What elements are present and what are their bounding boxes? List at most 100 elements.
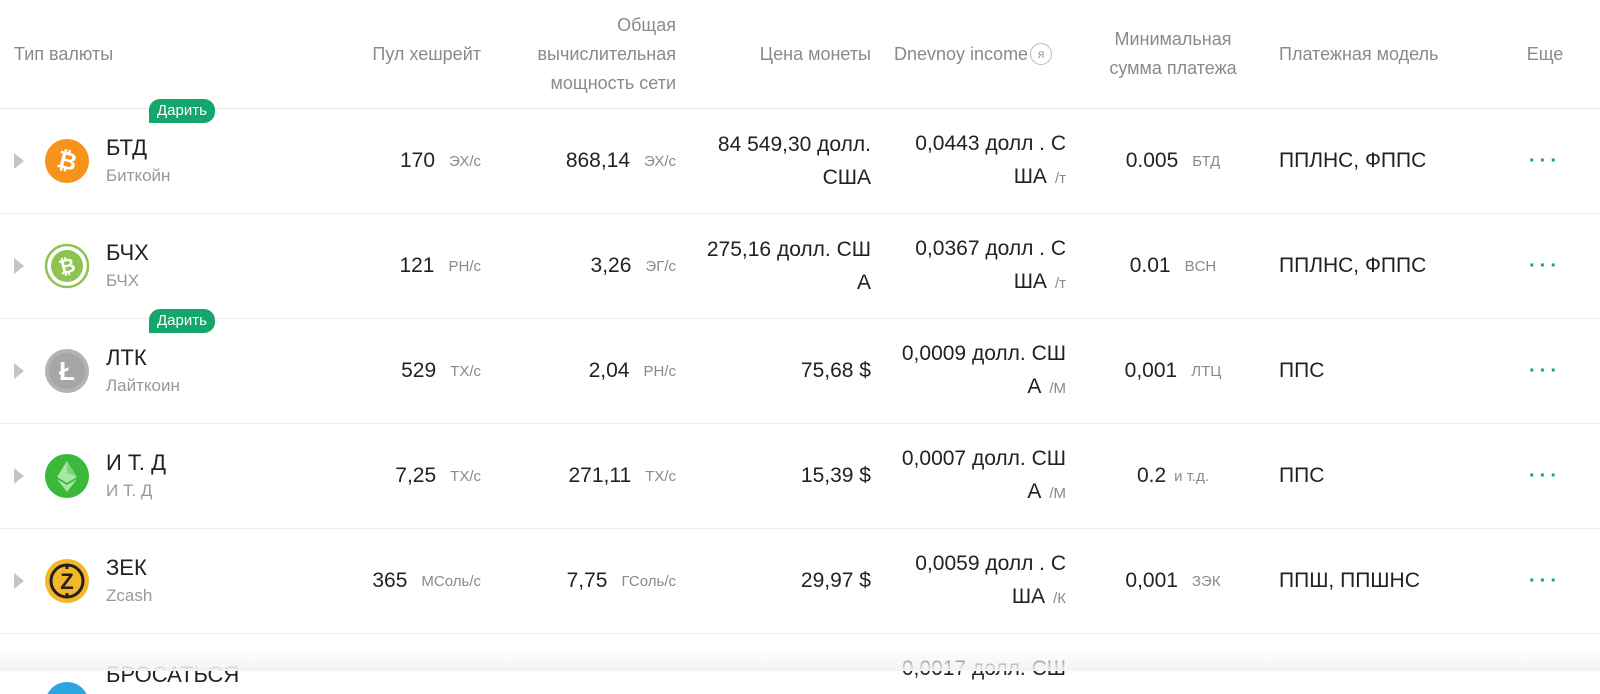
network-hashrate-unit: PH/с xyxy=(643,362,676,380)
coin-full-name: И Т. Д xyxy=(106,481,153,500)
min-payment-value: 0.01 xyxy=(1129,254,1171,277)
daily-income-line2: А xyxy=(1027,480,1042,503)
table-header: Тип валюты Пул хешрейт Общая вычислитель… xyxy=(0,0,1600,109)
network-hashrate-value: 3,26 xyxy=(590,254,632,277)
more-button[interactable]: ··· xyxy=(1500,214,1590,318)
coin-name[interactable]: ЛТК Лайткоин xyxy=(106,319,306,423)
coin-full-name: Биткойн xyxy=(106,166,171,185)
table-row[interactable]: И Т. Д И Т. Д 7,25 TX/с 271,11 TX/с 15,39 … xyxy=(0,424,1600,529)
network-hashrate-value: 7,75 xyxy=(566,569,608,592)
network-hashrate-value: 868,14 xyxy=(565,149,631,172)
coin-full-name: Лайткоин xyxy=(106,376,180,395)
header-network-hashrate-label: Общая вычислительная мощность сети xyxy=(537,11,676,98)
min-payment-unit: БТД xyxy=(1192,152,1221,170)
expand-arrow-icon[interactable] xyxy=(14,214,28,318)
min-payment: 0.2 и т.д. xyxy=(1085,424,1261,528)
expand-arrow-icon[interactable] xyxy=(14,424,28,528)
pool-hashrate-unit: TX/с xyxy=(450,362,481,380)
daily-income: 0,0007 долл. СШ А/М xyxy=(880,424,1066,528)
payment-model: ППС xyxy=(1279,424,1499,528)
min-payment: 0.01 BCH xyxy=(1085,214,1261,318)
coin-price-line1: 275,16 долл. СШ xyxy=(706,238,871,261)
daily-income-line2: ША xyxy=(1013,270,1047,293)
network-hashrate-value: 271,11 xyxy=(568,464,632,487)
daily-income: 0,0009 долл. СШ А/М xyxy=(880,319,1066,423)
coin-price: 275,16 долл. СШ А xyxy=(690,214,871,318)
header-min-payment[interactable]: Минимальная сумма платежа xyxy=(1085,0,1261,108)
header-pool-hashrate-label: Пул хешрейт xyxy=(372,43,481,64)
pool-hashrate-unit: TX/с xyxy=(450,467,481,485)
coin-symbol: ЗЕК xyxy=(106,555,147,580)
more-dots-icon: ··· xyxy=(1529,359,1561,382)
coin-name[interactable]: ЗЕК Zcash xyxy=(106,529,306,633)
network-hashrate-unit: ЭГ/с xyxy=(645,257,676,275)
more-button[interactable]: ··· xyxy=(1500,109,1590,213)
more-button[interactable]: ··· xyxy=(1500,424,1590,528)
expand-arrow-icon[interactable] xyxy=(14,529,28,633)
header-currency[interactable]: Тип валюты xyxy=(14,0,214,108)
network-hashrate-unit: ЭХ/с xyxy=(644,152,676,170)
coin-name[interactable]: И Т. Д И Т. Д xyxy=(106,424,306,528)
coin-full-name: Zcash xyxy=(106,586,153,605)
min-payment: 0,001 ЗЭК xyxy=(1085,529,1261,633)
coin-symbol: БЧХ xyxy=(106,240,149,265)
coin-price: 75,68 $ xyxy=(690,319,871,423)
table-row[interactable]: ₿ Дарить БТД Биткойн 170 ЭХ/с 868,14 ЭХ/с … xyxy=(0,99,1600,214)
table-row[interactable]: Ł Дарить ЛТК Лайткоин 529 TX/с 2,04 PH/с 7… xyxy=(0,309,1600,424)
daily-income-unit: /К xyxy=(1053,590,1066,607)
network-hashrate: 7,75 ГСоль/с xyxy=(500,529,676,633)
daily-income-line1: 0,0009 долл. СШ xyxy=(901,342,1066,365)
min-payment-unit: ЛТЦ xyxy=(1191,362,1222,380)
header-network-hashrate[interactable]: Общая вычислительная мощность сети xyxy=(500,0,676,108)
pool-hashrate-value: 121 xyxy=(399,254,435,277)
header-network-line3: мощность сети xyxy=(550,72,676,93)
header-more-label: Еще xyxy=(1526,43,1564,64)
min-payment-value: 0.2 xyxy=(1136,464,1167,487)
coin-price: 84 549,30 долл. США xyxy=(690,109,871,213)
header-more: Еще xyxy=(1500,0,1590,108)
pool-hashrate-value: 529 xyxy=(401,359,437,382)
info-icon[interactable]: я xyxy=(1030,43,1053,65)
expand-arrow-icon[interactable] xyxy=(14,319,28,423)
header-coin-price[interactable]: Цена монеты xyxy=(690,0,871,108)
table-row[interactable]: Z ЗЕК Zcash 365 МСоль/с 7,75 ГСоль/с 29,97… xyxy=(0,529,1600,634)
coin-symbol: ЛТК xyxy=(106,345,147,370)
pool-hashrate: 170 ЭХ/с xyxy=(300,109,481,213)
network-hashrate: 271,11 TX/с xyxy=(500,424,676,528)
pool-hashrate-unit: PH/с xyxy=(448,257,481,275)
payment-model-value: ППС xyxy=(1279,359,1325,382)
table-row[interactable]: ₿ БЧХ БЧХ 121 PH/с 3,26 ЭГ/с 275,16 долл. … xyxy=(0,214,1600,319)
coin-name[interactable]: БЧХ БЧХ xyxy=(106,214,306,318)
header-pool-hashrate[interactable]: Пул хешрейт xyxy=(300,0,481,108)
coin-name[interactable]: БТД Биткойн xyxy=(106,109,306,213)
daily-income-line2: А xyxy=(1027,375,1042,398)
payment-model: ППЛНС, ФППС xyxy=(1279,214,1499,318)
network-hashrate-unit: ГСоль/с xyxy=(621,572,676,590)
coin-symbol: И Т. Д xyxy=(106,450,167,475)
pool-hashrate: 529 TX/с xyxy=(300,319,481,423)
min-payment-value: 0,001 xyxy=(1125,569,1178,592)
payment-model: ППЛНС, ФППС xyxy=(1279,109,1499,213)
header-min-line1: Минимальная xyxy=(1114,29,1232,49)
daily-income-line2: ША xyxy=(1013,165,1047,188)
more-dots-icon: ··· xyxy=(1529,254,1561,277)
header-daily-income[interactable]: Dnevnoy income я xyxy=(894,0,1084,108)
zcash-icon: Z xyxy=(44,529,90,633)
more-button[interactable]: ··· xyxy=(1500,319,1590,423)
daily-income: 0,0367 долл . С ША/т xyxy=(880,214,1066,318)
more-button[interactable]: ··· xyxy=(1500,529,1590,633)
pool-hashrate-value: 365 xyxy=(372,569,408,592)
expand-arrow-icon[interactable] xyxy=(14,109,28,213)
payment-model: ППШ, ППШНС xyxy=(1279,529,1499,633)
min-payment-unit: ЗЭК xyxy=(1191,572,1221,590)
coin-price-line1: 84 549,30 долл. xyxy=(717,133,871,156)
header-min-payment-label: Минимальная сумма платежа xyxy=(1109,25,1236,83)
pool-hashrate-unit: ЭХ/с xyxy=(449,152,481,170)
daily-income-unit: /М xyxy=(1049,485,1066,502)
payment-model-value: ППЛНС, ФППС xyxy=(1279,254,1427,277)
more-dots-icon: ··· xyxy=(1529,149,1561,172)
payment-model-value: ППШ, ППШНС xyxy=(1279,569,1420,592)
header-payment-model-label: Платежная модель xyxy=(1279,43,1439,64)
bitcoin-icon: ₿ xyxy=(44,109,90,213)
header-payment-model[interactable]: Платежная модель xyxy=(1279,0,1499,108)
